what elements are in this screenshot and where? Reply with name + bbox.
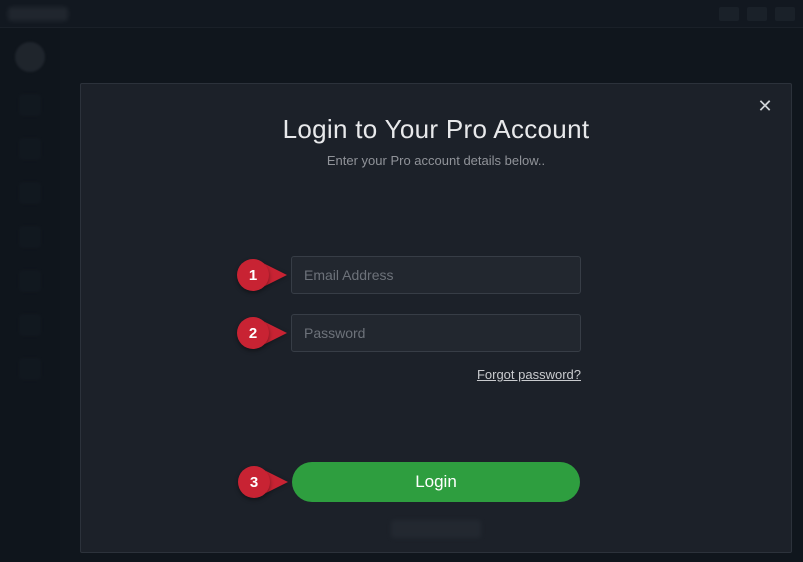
sidebar-item-7[interactable] bbox=[19, 358, 41, 380]
close-glyph: ✕ bbox=[757, 96, 772, 117]
callout-1-pointer bbox=[265, 264, 287, 286]
password-row: 2 bbox=[291, 314, 581, 352]
app-title-blur bbox=[8, 7, 68, 21]
sidebar-item-2[interactable] bbox=[19, 138, 41, 160]
forgot-row: Forgot password? bbox=[291, 366, 581, 384]
avatar[interactable] bbox=[15, 42, 45, 72]
close-window-button[interactable] bbox=[775, 7, 795, 21]
sidebar-item-1[interactable] bbox=[19, 94, 41, 116]
login-modal: ✕ Login to Your Pro Account Enter your P… bbox=[80, 83, 792, 553]
forgot-password-link[interactable]: Forgot password? bbox=[477, 367, 581, 382]
callout-2-bubble: 2 bbox=[237, 317, 269, 349]
callout-3-pointer bbox=[266, 471, 288, 493]
modal-footer-blur bbox=[391, 520, 481, 538]
close-icon[interactable]: ✕ bbox=[753, 94, 777, 118]
email-input[interactable] bbox=[291, 256, 581, 294]
callout-2-pointer bbox=[265, 322, 287, 344]
titlebar bbox=[0, 0, 803, 28]
sidebar-item-3[interactable] bbox=[19, 182, 41, 204]
password-input[interactable] bbox=[291, 314, 581, 352]
callout-1: 1 bbox=[237, 259, 287, 291]
sidebar-item-5[interactable] bbox=[19, 270, 41, 292]
email-row: 1 bbox=[291, 256, 581, 294]
callout-3-bubble: 3 bbox=[238, 466, 270, 498]
maximize-button[interactable] bbox=[747, 7, 767, 21]
callout-3: 3 bbox=[238, 466, 288, 498]
sidebar-item-4[interactable] bbox=[19, 226, 41, 248]
callout-1-bubble: 1 bbox=[237, 259, 269, 291]
callout-2: 2 bbox=[237, 317, 287, 349]
login-form: 1 2 Forgot password? 3 bbox=[81, 256, 791, 502]
sidebar-item-6[interactable] bbox=[19, 314, 41, 336]
modal-content: Login to Your Pro Account Enter your Pro… bbox=[81, 84, 791, 502]
sidebar bbox=[0, 28, 60, 562]
login-row: 3 Login bbox=[292, 462, 580, 502]
login-button[interactable]: Login bbox=[292, 462, 580, 502]
modal-subtitle: Enter your Pro account details below.. bbox=[327, 153, 545, 168]
modal-title: Login to Your Pro Account bbox=[283, 114, 590, 145]
window-controls bbox=[719, 7, 795, 21]
minimize-button[interactable] bbox=[719, 7, 739, 21]
